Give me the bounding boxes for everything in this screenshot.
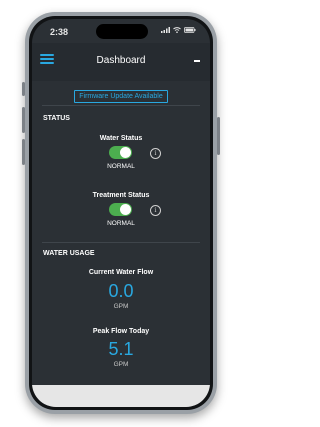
water-usage-section-title: WATER USAGE [43, 250, 95, 257]
water-status-info-icon[interactable]: i [150, 148, 161, 159]
status-section-title: STATUS [43, 115, 70, 122]
system-icons [161, 27, 196, 33]
firmware-banner: Firmware Update Available [32, 85, 210, 103]
current-flow-unit: GPM [113, 303, 129, 310]
treatment-status-info-icon[interactable]: i [150, 205, 161, 216]
current-flow-label: Current Water Flow [88, 269, 154, 276]
battery-icon [184, 27, 196, 33]
wifi-icon [173, 27, 181, 33]
phone-frame: 2:38 Dashboard Firmware Update Available… [22, 12, 220, 414]
treatment-status-state: NORMAL [107, 220, 135, 227]
power-button [217, 117, 220, 155]
page-title: Dashboard [96, 55, 146, 66]
app-header: Dashboard [32, 43, 210, 81]
bottom-bar [32, 385, 210, 407]
current-flow-value: 0.0 [108, 281, 134, 301]
clock: 2:38 [50, 27, 69, 37]
dynamic-island [96, 24, 148, 39]
app-screen: 2:38 Dashboard Firmware Update Available… [32, 19, 210, 407]
volume-down-button [22, 139, 25, 165]
peak-flow-value: 5.1 [108, 339, 134, 359]
treatment-status-label: Treatment Status [92, 192, 150, 199]
treatment-status-toggle[interactable] [109, 203, 132, 216]
peak-flow-label: Peak Flow Today [92, 328, 150, 335]
water-status-toggle[interactable] [109, 146, 132, 159]
water-status-state: NORMAL [107, 163, 135, 170]
minimize-icon[interactable] [194, 60, 200, 62]
firmware-update-button[interactable]: Firmware Update Available [74, 90, 168, 103]
signal-icon [161, 27, 170, 33]
divider [42, 242, 200, 243]
status-bar: 2:38 [32, 19, 210, 43]
phone-bezel: 2:38 Dashboard Firmware Update Available… [29, 16, 213, 410]
divider [42, 105, 200, 106]
volume-up-button [22, 107, 25, 133]
toggle-knob [120, 204, 131, 215]
water-status-label: Water Status [99, 135, 143, 142]
toggle-knob [120, 147, 131, 158]
mute-switch [22, 82, 25, 96]
peak-flow-unit: GPM [113, 361, 129, 368]
